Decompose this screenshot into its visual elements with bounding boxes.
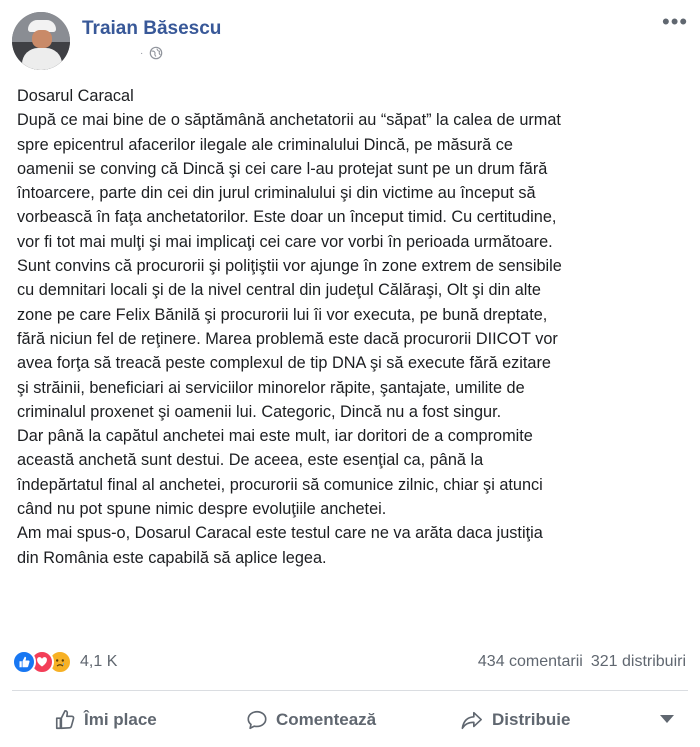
share-icon bbox=[461, 711, 482, 730]
post-text-line: întoarcere, parte din cei din jurul crim… bbox=[17, 184, 536, 203]
share-label: Distribuie bbox=[492, 710, 571, 729]
post-text-line: spre epicentrul afacerilor ilegale ale c… bbox=[17, 135, 513, 154]
divider bbox=[12, 690, 688, 691]
reaction-count[interactable]: 4,1 K bbox=[80, 653, 117, 671]
post-text-line: Sunt convins că procurorii şi poliţiştii… bbox=[17, 257, 562, 276]
like-label: Îmi place bbox=[84, 710, 157, 729]
post-text-line: Dosarul Caracal bbox=[17, 87, 134, 105]
share-button[interactable]: Distribuie bbox=[460, 700, 570, 740]
post-meta: · bbox=[140, 46, 163, 60]
post-text-line: Dar până la capătul anchetei mai este mu… bbox=[17, 427, 533, 446]
comment-label: Comentează bbox=[276, 710, 377, 729]
post-text-line: când nu pot spune nimic despre evoluţiil… bbox=[17, 500, 387, 519]
thumbs-up-icon bbox=[55, 710, 75, 730]
post-text-line: această anchetă sunt destui. De aceea, e… bbox=[17, 451, 484, 470]
post-text-line: După ce mai bine de o săptămână anchetat… bbox=[17, 111, 561, 130]
like-reaction-icon bbox=[12, 650, 36, 674]
post-text-line: criminalul proxenet şi oamenii lui. Cate… bbox=[17, 402, 502, 421]
like-button[interactable]: Îmi place bbox=[54, 700, 157, 740]
meta-separator: · bbox=[140, 47, 144, 59]
author-name[interactable]: Traian Băsescu bbox=[82, 18, 221, 40]
more-options-icon[interactable]: ••• bbox=[662, 11, 688, 36]
post-text-line: oamenii se conving că Dincă şi cei care … bbox=[17, 159, 548, 178]
post-header: Traian Băsescu · ••• bbox=[12, 11, 688, 72]
comment-icon bbox=[247, 710, 267, 730]
engagement-stats: 434 comentarii 321 distribuiri bbox=[478, 653, 686, 671]
post-text-line: din România este capabilă să aplice lege… bbox=[17, 548, 327, 567]
globe-icon[interactable] bbox=[149, 46, 163, 60]
chevron-down-icon[interactable] bbox=[660, 715, 674, 723]
post-text-line: şi străinii, beneficiari ai serviciilor … bbox=[17, 378, 525, 397]
comments-count[interactable]: 434 comentarii bbox=[478, 653, 583, 671]
post-text-line: zone pe care Felix Bănilă şi procurorii … bbox=[17, 305, 548, 324]
post-text-line: vor fi tot mai mulţi şi mai implicaţi ce… bbox=[17, 232, 553, 251]
action-bar: Îmi place Comentează Distribuie bbox=[12, 700, 688, 740]
post-text-line: Am mai spus-o, Dosarul Caracal este test… bbox=[17, 524, 543, 543]
post-text-line: vorbească în faţa anchetatorilor. Este d… bbox=[17, 208, 557, 227]
post-body: Dosarul Caracal După ce mai bine de o săp… bbox=[17, 84, 689, 570]
comment-button[interactable]: Comentează bbox=[246, 700, 376, 740]
post-text-line: îndepărtatul final al anchetei, procuror… bbox=[17, 475, 543, 494]
post-text-line: fără niciun fel de reţinere. Marea probl… bbox=[17, 329, 558, 348]
post-text-line: avea forţa să treacă peste complexul de … bbox=[17, 354, 551, 373]
shares-count[interactable]: 321 distribuiri bbox=[591, 653, 686, 671]
avatar[interactable] bbox=[12, 12, 70, 70]
reactions-summary[interactable]: 4,1 K bbox=[12, 650, 117, 674]
post-text-line: cu demnitari locali şi de la nivel centr… bbox=[17, 281, 541, 300]
